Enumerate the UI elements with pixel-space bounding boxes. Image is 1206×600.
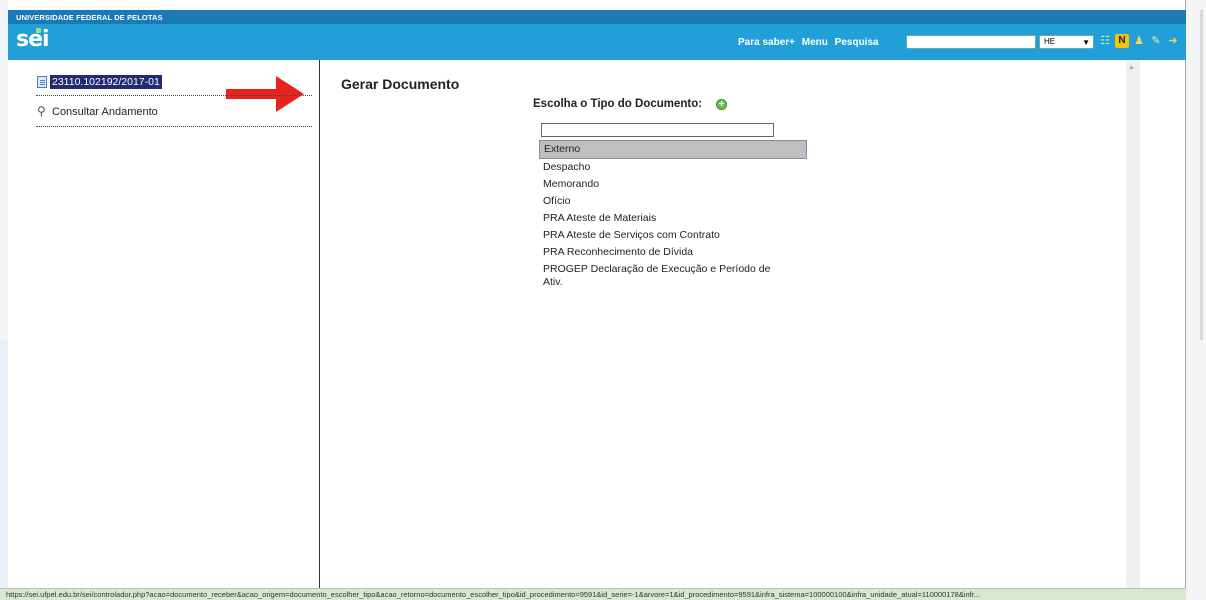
nav-link-menu[interactable]: Menu [802,37,828,48]
magnifier-icon: ⚲ [37,104,46,118]
doc-type-item[interactable]: Ofício [539,193,807,210]
doc-type-item[interactable]: PROGEP Declaração de Execução e Período … [539,261,789,291]
doc-type-item[interactable]: Despacho [539,159,807,176]
window-edge [1186,0,1206,600]
process-icon [37,76,47,88]
browser-page: UNIVERSIDADE FEDERAL DE PELOTAS sei Para… [8,0,1186,600]
process-tree-panel: 23110.102192/2017-01 ⚲ Consultar Andamen… [8,60,320,588]
side-shadow [0,340,8,600]
doc-type-item[interactable]: Externo [539,140,807,159]
doc-type-item[interactable]: PRA Ateste de Materiais [539,210,807,227]
dropdown-arrow-icon: ▼ [1082,38,1090,47]
nav-link-para-saber[interactable]: Para saber+ [738,37,795,48]
news-icon[interactable]: N [1115,34,1129,48]
divider [36,126,312,127]
window-scroll-track [1200,10,1203,340]
header-bar: sei Para saber+ Menu Pesquisa HE ▼ ☷ N ♟… [8,24,1186,60]
tools-icon[interactable]: ✎ [1149,34,1163,48]
exit-icon[interactable]: ➜ [1166,34,1180,48]
process-number[interactable]: 23110.102192/2017-01 [50,75,162,89]
doc-type-item[interactable]: Memorando [539,176,807,193]
red-arrow-icon [226,76,304,112]
scroll-up-icon[interactable]: ▲ [1128,64,1135,71]
institution-banner: UNIVERSIDADE FEDERAL DE PELOTAS [8,10,1186,24]
doc-type-list: Externo Despacho Memorando Ofício PRA At… [539,140,807,291]
doc-type-item[interactable]: PRA Reconhecimento de Dívida [539,244,807,261]
scrollbar[interactable]: ▲ [1126,60,1140,588]
doc-type-filter-input[interactable] [541,123,774,137]
choose-doc-type-label: Escolha o Tipo do Documento: [533,98,703,110]
logo-dot-icon [36,28,41,33]
header-nav: Para saber+ Menu Pesquisa [738,37,883,48]
doc-type-item[interactable]: PRA Ateste de Serviços com Contrato [539,227,807,244]
unit-select[interactable]: HE ▼ [1039,35,1094,49]
main-content: Gerar Documento Escolha o Tipo do Docume… [321,60,1126,588]
consultar-andamento-label[interactable]: Consultar Andamento [52,106,158,118]
nav-link-pesquisa[interactable]: Pesquisa [835,37,879,48]
sei-logo[interactable]: sei [16,27,50,52]
list-icon[interactable]: ☷ [1098,34,1112,48]
page-title: Gerar Documento [341,76,460,92]
search-input[interactable] [906,35,1036,49]
user-icon[interactable]: ♟ [1132,34,1146,48]
add-icon[interactable]: + [716,99,727,110]
status-bar-url: https://sei.ufpel.edu.br/sei/controlador… [0,588,1186,600]
divider [36,95,312,96]
unit-select-value: HE [1044,37,1056,46]
